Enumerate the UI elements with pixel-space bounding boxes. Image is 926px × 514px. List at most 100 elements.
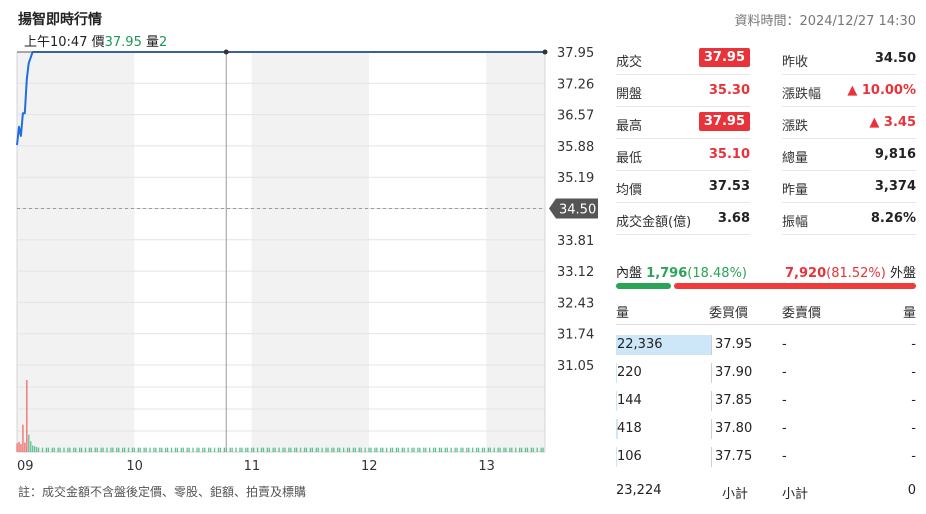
volume-bar: [466, 447, 468, 452]
volume-bar: [217, 447, 220, 452]
cursor-dot: [223, 49, 229, 55]
volume-bar: [256, 447, 259, 452]
volume-bar: [208, 447, 210, 452]
volume-bar: [278, 447, 280, 452]
volume-bar: [454, 447, 456, 452]
x-tick-label: 12: [361, 459, 378, 474]
volume-bar: [333, 447, 335, 452]
y-tick-label: 32.43: [557, 296, 594, 311]
volume-bar: [100, 447, 102, 452]
volume-bar: [78, 447, 81, 452]
volume-bar: [139, 447, 141, 452]
volume-bar: [34, 446, 36, 452]
quote-label: 均價: [616, 183, 643, 198]
y-tick-label: 35.88: [557, 140, 594, 155]
volume-bar: [131, 447, 134, 452]
volume-bar: [309, 447, 312, 452]
ob-header-ask: 委賣價: [782, 306, 822, 321]
y-tick-label: 31.74: [557, 328, 594, 343]
volume-bar: [487, 447, 489, 452]
volume-bar: [210, 447, 212, 452]
volume-bar: [170, 447, 173, 452]
quote-label: 成交: [616, 55, 643, 70]
volume-bar: [425, 447, 427, 452]
volume-bar: [481, 447, 484, 452]
y-tick-label: 37.95: [557, 46, 594, 61]
volume-bar: [241, 447, 243, 452]
quote-value: 8.26%: [870, 211, 916, 226]
volume-bar: [231, 447, 233, 452]
hour-band: [17, 52, 135, 452]
volume-bar: [192, 447, 194, 452]
volume-bar: [342, 447, 345, 452]
volume-bar: [110, 447, 112, 452]
volume-bar: [337, 447, 339, 452]
ask-volume: -: [911, 365, 916, 380]
volume-bar: [96, 447, 98, 452]
volume-bar: [325, 447, 327, 452]
ask-volume: -: [911, 337, 916, 352]
volume-bar: [204, 447, 206, 452]
ob-bid-total: 23,224: [616, 483, 662, 498]
volume-bar: [376, 447, 378, 452]
bid-separator: [711, 419, 712, 439]
volume-bar: [389, 447, 392, 452]
hour-band: [251, 52, 369, 452]
bid-separator: [711, 363, 712, 383]
volume-bar: [526, 447, 529, 452]
volume-bar: [499, 447, 501, 452]
quote-label: 總量: [782, 151, 809, 166]
volume-bar: [274, 447, 276, 452]
y-tick-label: 36.57: [557, 109, 594, 124]
volume-bar: [143, 447, 145, 452]
volume-bar: [122, 447, 124, 452]
ask-volume: -: [911, 449, 916, 464]
volume-bar: [407, 447, 409, 452]
volume-bar: [239, 447, 241, 452]
volume-bar: [429, 447, 431, 452]
outer-pct: (81.52%): [826, 266, 886, 281]
reference-label: 34.50: [559, 203, 596, 218]
quote-row: 總量 9,816: [782, 139, 916, 171]
volume-bar: [311, 447, 313, 452]
ask-volume: -: [911, 393, 916, 408]
volume-bar: [266, 447, 269, 452]
volume-bar: [59, 447, 61, 452]
quote-value: 34.50: [874, 51, 916, 66]
volume-bar: [219, 447, 222, 452]
volume-bar: [518, 447, 521, 452]
volume-bar: [253, 447, 255, 452]
volume-bar: [251, 447, 253, 452]
volume-bar: [327, 447, 329, 452]
volume-bar: [317, 447, 319, 452]
bid-price: 37.95: [715, 337, 753, 352]
quote-value: ▲ 3.45: [869, 115, 916, 130]
volume-bar: [511, 447, 513, 452]
bid-volume: 144: [617, 393, 642, 408]
volume-bar: [32, 445, 34, 452]
quote-value: 37.95: [698, 112, 750, 131]
volume-bar: [305, 447, 308, 452]
volume-bar: [542, 447, 544, 452]
inner-label: 內盤: [616, 266, 643, 281]
volume-bar: [432, 447, 435, 452]
x-tick-label: 13: [478, 459, 495, 474]
quote-row: 最低 35.10: [616, 139, 750, 171]
volume-bar: [536, 447, 538, 452]
intraday-chart[interactable]: 37.95 37.26 36.57 35.88 35.19 33.81 33.12 32.43…: [0, 40, 610, 480]
volume-bar: [53, 447, 55, 452]
volume-bar: [419, 447, 421, 452]
volume-bar: [489, 447, 491, 452]
bid-price: 37.80: [715, 421, 753, 436]
volume-bar: [223, 447, 225, 452]
volume-bar: [532, 447, 534, 452]
quote-label: 最高: [616, 119, 643, 134]
volume-bar: [137, 447, 139, 452]
volume-bar: [174, 447, 177, 452]
volume-bar: [213, 447, 216, 452]
volume-bar: [438, 447, 441, 452]
volume-bar: [530, 447, 533, 452]
volume-bar: [235, 447, 237, 452]
cursor-end-dot: [542, 49, 548, 55]
ob-divider: [616, 324, 916, 325]
